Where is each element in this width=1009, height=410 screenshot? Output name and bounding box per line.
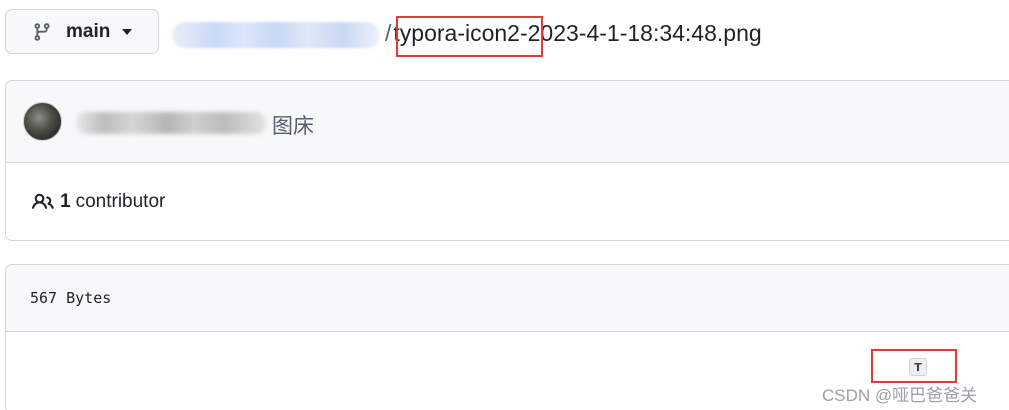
file-name-part2: -2023-4-1-18:34:48.png xyxy=(519,20,762,46)
commit-message[interactable]: 图床 xyxy=(272,110,314,140)
author-redacted[interactable] xyxy=(76,112,266,134)
contributor-count: 1 xyxy=(60,191,71,212)
avatar[interactable] xyxy=(23,102,62,141)
repo-path-redacted[interactable] xyxy=(172,22,380,48)
branch-select-button[interactable]: main xyxy=(5,9,159,54)
file-view-page: main / typora-icon2-2023-4-1-18:34:48.pn… xyxy=(0,0,1009,410)
contributor-label: contributor xyxy=(75,191,166,212)
commit-header: 图床 xyxy=(6,81,1009,163)
git-branch-icon xyxy=(34,22,50,41)
file-header: 567 Bytes xyxy=(6,265,1009,332)
breadcrumb-separator: / xyxy=(385,20,392,46)
highlight-box-filename xyxy=(396,16,543,57)
watermark: CSDN @哑巴爸爸关 xyxy=(822,386,978,405)
highlight-box-preview xyxy=(871,349,957,383)
latest-commit-box: 图床 1 contributor xyxy=(5,80,1009,241)
branch-name: main xyxy=(66,20,111,42)
people-icon xyxy=(32,193,54,209)
contributors-link[interactable]: 1 contributor xyxy=(6,162,1009,240)
chevron-down-icon xyxy=(122,28,133,35)
file-size: 567 Bytes xyxy=(30,289,112,307)
